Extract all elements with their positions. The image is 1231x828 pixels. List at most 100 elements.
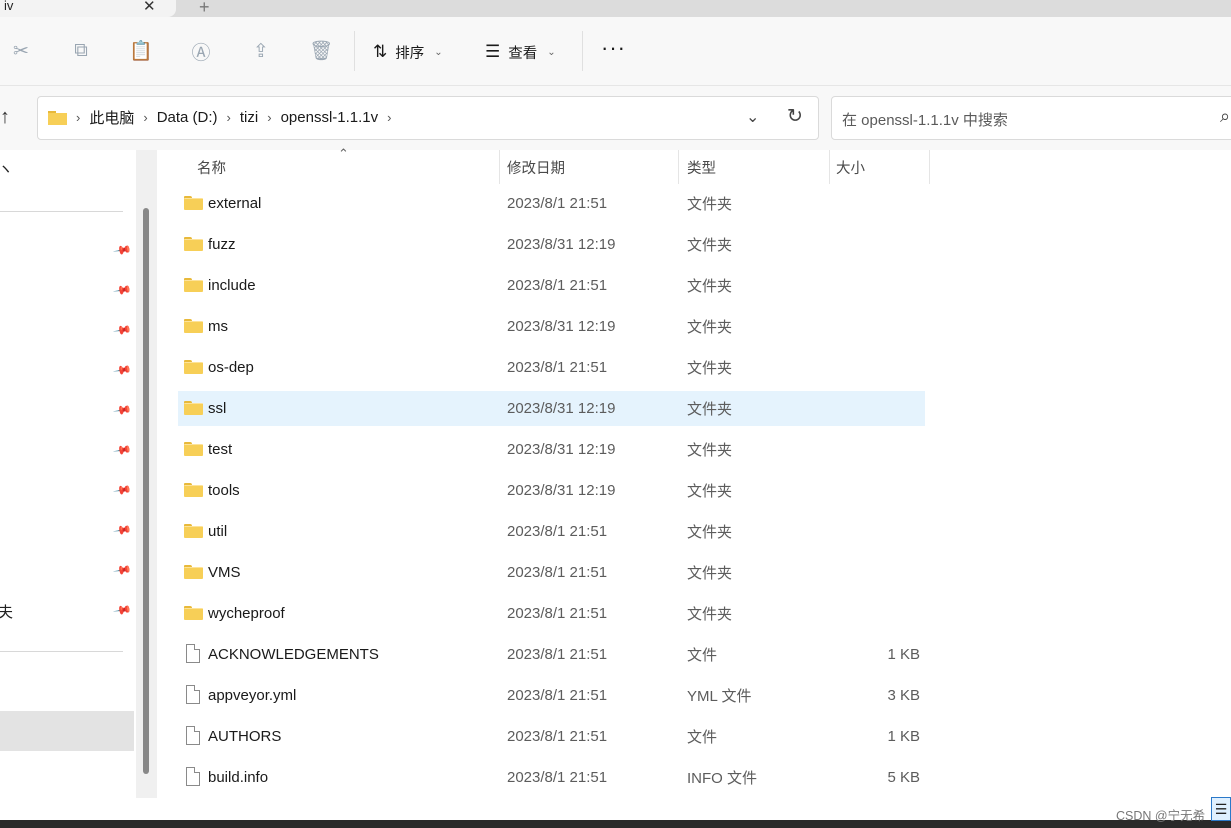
column-divider[interactable] [678, 150, 679, 184]
file-date: 2023/8/1 21:51 [507, 728, 608, 745]
file-icon [184, 644, 204, 664]
file-type: 文件夹 [687, 278, 733, 295]
file-row[interactable]: tools 2023/8/31 12:19 文件夹 [178, 473, 925, 508]
toolbar-divider [582, 31, 583, 71]
file-row[interactable]: build.info 2023/8/1 21:51 INFO 文件 5 KB [178, 760, 925, 795]
column-divider[interactable] [929, 150, 930, 184]
address-row: ↑ › 此电脑 › Data (D:) › tizi › openssl-1.1… [0, 86, 1231, 150]
breadcrumb-item[interactable]: Data (D:) [157, 109, 218, 126]
file-type: 文件夹 [687, 196, 733, 213]
file-row[interactable]: test 2023/8/31 12:19 文件夹 [178, 432, 925, 467]
folder-icon [184, 357, 204, 377]
column-header-size[interactable]: 大小 [836, 150, 865, 184]
file-size [808, 391, 920, 426]
column-header-date[interactable]: 修改日期 [507, 150, 565, 184]
file-size [808, 186, 920, 221]
file-name: appveyor.yml [208, 687, 297, 704]
nav-scrollbar-thumb[interactable] [143, 208, 149, 774]
file-row[interactable]: util 2023/8/1 21:51 文件夹 [178, 514, 925, 549]
nav-item-label[interactable]: ヽ [0, 158, 13, 179]
folder-icon [184, 521, 204, 541]
folder-icon [184, 234, 204, 254]
folder-icon [184, 193, 204, 213]
file-type: 文件 [687, 647, 718, 664]
paste-icon[interactable]: 📋 [129, 39, 153, 63]
file-name: fuzz [208, 236, 236, 253]
navigation-pane: ヽ 📌 📌 📌 📌 📌 📌 📌 📌 📌 夫 📌 [0, 150, 157, 798]
sort-button[interactable]: ⇅ 排序 ⌄ [373, 41, 443, 63]
pin-icon: 📌 [112, 319, 133, 341]
file-list: ⌃ 名称 修改日期 类型 大小 external 2023/8/1 21:51 文件… [157, 146, 1231, 798]
chevron-right-icon[interactable]: › [143, 110, 147, 125]
file-row[interactable]: ms 2023/8/31 12:19 文件夹 [178, 309, 925, 344]
file-row[interactable]: external 2023/8/1 21:51 文件夹 [178, 186, 925, 221]
search-input[interactable]: 在 openssl-1.1.1v 中搜索 ⌕ [831, 96, 1231, 140]
chevron-down-icon[interactable]: ⌄ [746, 107, 759, 127]
folder-icon [184, 480, 204, 500]
pin-icon: 📌 [112, 279, 133, 301]
breadcrumb-item[interactable]: tizi [240, 109, 258, 126]
folder-icon [184, 603, 204, 623]
delete-icon[interactable]: 🗑 [309, 39, 333, 63]
file-date: 2023/8/31 12:19 [507, 482, 616, 499]
chevron-right-icon[interactable]: › [387, 110, 391, 125]
copy-icon[interactable]: ⧉ [69, 39, 93, 63]
more-options-icon[interactable]: ··· [601, 37, 626, 59]
search-icon[interactable]: ⌕ [1220, 106, 1230, 127]
file-name: external [208, 195, 262, 212]
file-size [808, 514, 920, 549]
file-size [808, 432, 920, 467]
tab-active[interactable]: iv ✕ [0, 0, 176, 17]
file-date: 2023/8/1 21:51 [507, 769, 608, 786]
file-row[interactable]: VMS 2023/8/1 21:51 文件夹 [178, 555, 925, 590]
close-icon[interactable]: ✕ [143, 0, 156, 15]
cut-icon[interactable]: ✂ [9, 39, 33, 63]
pin-icon: 📌 [112, 399, 133, 421]
file-date: 2023/8/1 21:51 [507, 277, 608, 294]
chevron-right-icon[interactable]: › [227, 110, 231, 125]
file-date: 2023/8/31 12:19 [507, 318, 616, 335]
file-size [808, 555, 920, 590]
column-header-type[interactable]: 类型 [687, 150, 716, 184]
share-icon[interactable]: ⇪ [249, 39, 273, 63]
details-view-icon[interactable]: ☰ [1211, 797, 1231, 821]
file-icon [184, 685, 204, 705]
file-row[interactable]: os-dep 2023/8/1 21:51 文件夹 [178, 350, 925, 385]
address-bar[interactable]: › 此电脑 › Data (D:) › tizi › openssl-1.1.1… [37, 96, 819, 140]
chevron-down-icon: ⌄ [547, 46, 556, 58]
column-divider[interactable] [499, 150, 500, 184]
file-size: 1 KB [887, 728, 920, 745]
file-date: 2023/8/1 21:51 [507, 359, 608, 376]
column-header-name[interactable]: 名称 [197, 150, 226, 184]
add-tab-icon[interactable]: + [199, 0, 210, 18]
chevron-right-icon[interactable]: › [267, 110, 271, 125]
view-button[interactable]: ☰ 查看 ⌄ [485, 41, 556, 63]
file-row[interactable]: ssl 2023/8/31 12:19 文件夹 [178, 391, 925, 426]
column-divider[interactable] [829, 150, 830, 184]
file-row[interactable]: ACKNOWLEDGEMENTS 2023/8/1 21:51 文件 1 KB [178, 637, 925, 672]
file-date: 2023/8/1 21:51 [507, 605, 608, 622]
breadcrumb-item[interactable]: 此电脑 [89, 107, 134, 128]
pin-icon: 📌 [112, 439, 133, 461]
breadcrumb-item[interactable]: openssl-1.1.1v [281, 109, 379, 126]
file-row[interactable]: AUTHORS 2023/8/1 21:51 文件 1 KB [178, 719, 925, 754]
file-row[interactable]: wycheproof 2023/8/1 21:51 文件夹 [178, 596, 925, 631]
file-size: 5 KB [887, 769, 920, 786]
file-size [808, 309, 920, 344]
file-name: util [208, 523, 228, 540]
nav-divider [0, 651, 123, 652]
tab-strip: iv ✕ + [0, 0, 1231, 17]
nav-item-label[interactable]: 夫 [0, 601, 13, 622]
refresh-icon[interactable]: ↻ [787, 105, 803, 128]
up-arrow-icon[interactable]: ↑ [0, 106, 10, 129]
file-type: 文件夹 [687, 606, 733, 623]
file-row[interactable]: include 2023/8/1 21:51 文件夹 [178, 268, 925, 303]
file-icon [184, 767, 204, 787]
file-row[interactable]: appveyor.yml 2023/8/1 21:51 YML 文件 3 KB [178, 678, 925, 713]
file-row[interactable]: fuzz 2023/8/31 12:19 文件夹 [178, 227, 925, 262]
tab-title: iv [4, 0, 14, 13]
search-placeholder: 在 openssl-1.1.1v 中搜索 [842, 112, 1008, 129]
file-type: 文件夹 [687, 524, 733, 541]
rename-icon[interactable]: Ⓐ [189, 39, 213, 64]
nav-item-selected[interactable] [0, 711, 134, 751]
